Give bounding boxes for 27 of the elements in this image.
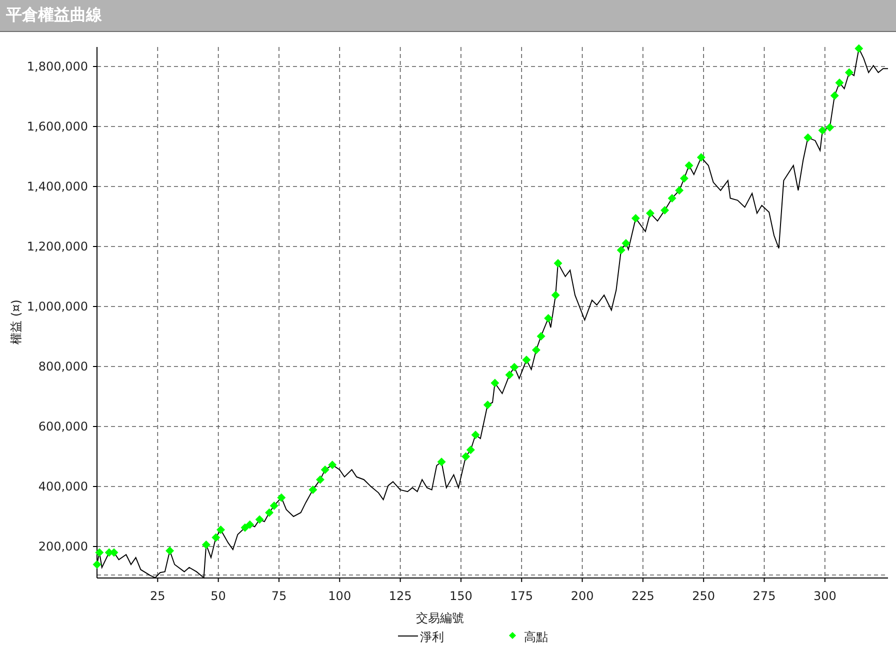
axis-tick-label: 1,000,000 — [26, 300, 88, 314]
x-axis-title: 交易編號 — [416, 611, 464, 625]
legend-label: 高點 — [524, 630, 548, 644]
axis-tick-label: 150 — [450, 589, 472, 603]
axis-tick-label: 75 — [271, 589, 287, 603]
axis-tick-label: 250 — [692, 589, 716, 603]
legend-label: 淨利 — [420, 630, 444, 644]
axis-tick-label: 1,800,000 — [26, 60, 88, 74]
axis-tick-label: 1,600,000 — [26, 120, 88, 134]
axis-tick-label: 1,400,000 — [26, 180, 88, 194]
axis-tick-label: 200,000 — [38, 540, 88, 554]
axis-tick-label: 125 — [388, 589, 412, 603]
axis-tick-label: 275 — [752, 589, 776, 603]
axis-tick-label: 225 — [631, 589, 654, 603]
axis-tick-label: 100 — [328, 589, 352, 603]
axis-tick-label: 175 — [510, 589, 534, 603]
axis-tick-label: 600,000 — [38, 420, 88, 434]
axis-tick-label: 50 — [210, 589, 226, 603]
axis-tick-label: 200 — [570, 589, 594, 603]
axis-tick-label: 300 — [813, 589, 836, 603]
axis-tick-label: 1,200,000 — [26, 240, 88, 254]
axis-tick-label: 800,000 — [38, 360, 88, 374]
legend-marker-icon — [508, 632, 516, 640]
axis-tick-label: 25 — [150, 589, 166, 603]
window-title: 平倉權益曲線 — [6, 5, 102, 26]
axis-tick-label: 400,000 — [38, 480, 88, 494]
y-axis-title: 權益 (¤) — [9, 300, 23, 344]
